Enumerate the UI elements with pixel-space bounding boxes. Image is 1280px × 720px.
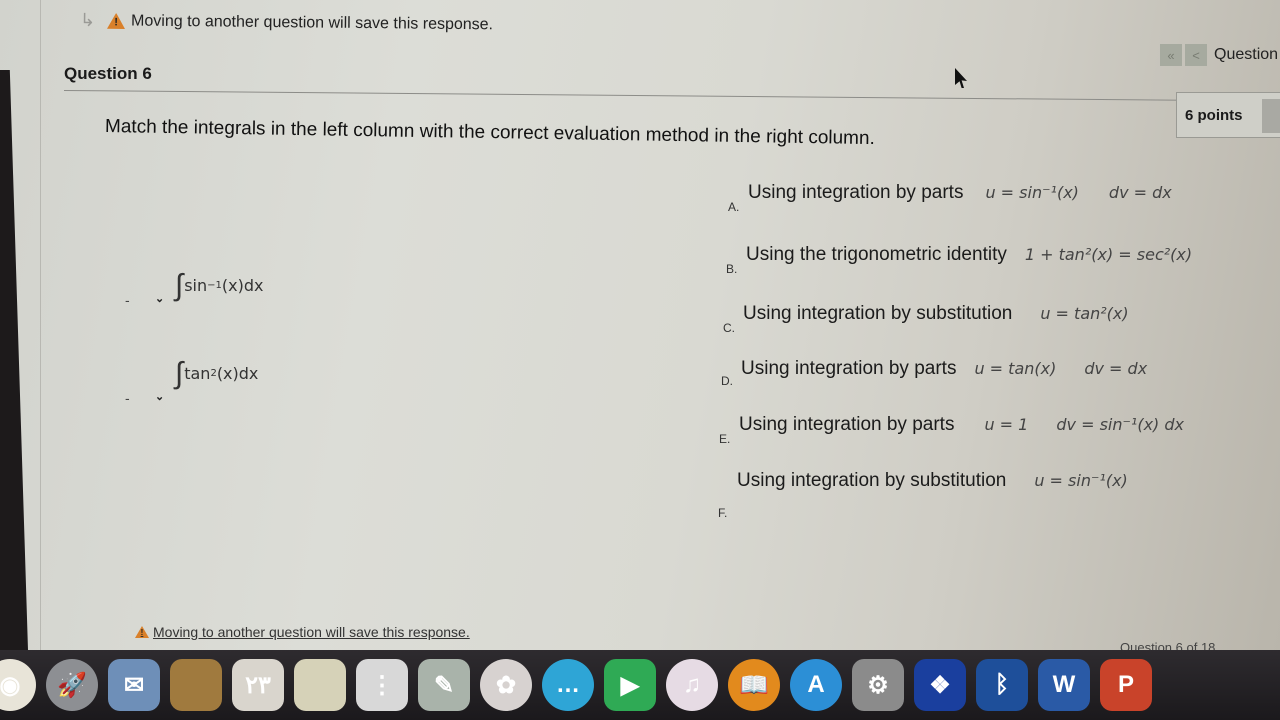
option-letter: A. (728, 200, 740, 214)
option-math-2: dv = dx (1084, 359, 1148, 378)
option-math: u = sin⁻¹(x) (985, 183, 1079, 202)
dock-reminders-icon[interactable]: ⋮ (356, 659, 408, 711)
option-letter: E. (719, 432, 731, 446)
save-warning-text: Moving to another question will save thi… (131, 12, 494, 33)
dock-app-store-icon[interactable]: A (790, 659, 842, 711)
option-a: A. Using integration by parts u = sin⁻¹(… (728, 182, 1172, 214)
question-title: Question 6 (64, 64, 152, 83)
dock-facetime-icon[interactable]: ▶ (604, 659, 656, 711)
integral-sign-icon: ∫ (175, 355, 184, 391)
option-letter: F. (718, 506, 728, 520)
first-question-button[interactable]: « (1160, 44, 1182, 66)
dock-notes-icon[interactable] (294, 659, 346, 711)
match-item-1: - ⌄ ∫ sin −1 (x)dx (125, 262, 264, 309)
mouse-cursor-icon (955, 68, 967, 88)
chevron-down-icon[interactable]: ⌄ (155, 390, 175, 403)
option-letter: C. (723, 321, 735, 335)
points-label: 6 points (1185, 106, 1243, 124)
content-frame-line (40, 0, 41, 650)
dock-mail-stamp-icon[interactable]: ✉ (108, 659, 160, 711)
title-divider (63, 90, 1184, 101)
option-letter: D. (721, 374, 733, 388)
integral-expression-1: ∫ sin −1 (x)dx (175, 267, 264, 303)
question-counter: Question 6 of 18 (1120, 640, 1216, 650)
save-warning: ↳ ! Moving to another question will save… (80, 10, 493, 35)
dock-folder-icon[interactable] (170, 659, 222, 711)
question-prompt: Match the integrals in the left column w… (104, 116, 875, 150)
option-b: B. Using the trigonometric identity 1 + … (726, 244, 1193, 276)
dock-preview-icon[interactable]: ✎ (418, 659, 470, 711)
dock-launchpad-icon[interactable]: 🚀 (46, 659, 98, 711)
question-navigation: « < Question (1160, 44, 1278, 66)
option-math: 1 + tan²(x) = sec²(x) (1024, 245, 1193, 264)
match-select-1-value[interactable]: - (125, 292, 155, 308)
warning-icon: ! (135, 626, 149, 638)
option-text: Using the trigonometric identity (746, 244, 1007, 265)
integral-expression-2: ∫ tan 2 (x)dx (175, 355, 259, 391)
dock-bluetooth-icon[interactable]: ᛒ (976, 659, 1028, 711)
footer-save-warning: ! Moving to another question will save t… (135, 624, 470, 640)
dock-messages-icon[interactable]: … (542, 659, 594, 711)
return-arrow-icon: ↳ (79, 10, 96, 31)
option-math-2: dv = dx (1108, 183, 1172, 202)
option-letter: B. (726, 262, 738, 276)
dock-ibooks-icon[interactable]: 📖 (728, 659, 780, 711)
points-side-tab (1262, 99, 1280, 133)
macos-dock: ◉ 🚀 ✉ ٢٣ ⋮ ✎ ✿… ▶ ♫ 📖 A ⚙ ❖ ᛒ W P (0, 650, 1280, 720)
dock-photos-icon[interactable]: ✿ (480, 659, 532, 711)
option-text: Using integration by parts (748, 182, 964, 203)
integral-sign-icon: ∫ (175, 267, 184, 303)
option-math: u = sin⁻¹(x) (1034, 471, 1128, 490)
option-text: Using integration by parts (741, 358, 957, 379)
question-nav-label: Question (1214, 46, 1279, 63)
option-text: Using integration by substitution (737, 470, 1007, 491)
dock-calendar-icon[interactable]: ٢٣ (232, 659, 284, 711)
browser-screen: ↳ ! Moving to another question will save… (0, 0, 1280, 650)
dock-dropbox-icon[interactable]: ❖ (914, 659, 966, 711)
match-select-2-value[interactable]: - (125, 390, 155, 406)
option-math: u = tan(x) (974, 359, 1057, 378)
dock-word-icon[interactable]: W (1038, 659, 1090, 711)
dock-itunes-icon[interactable]: ♫ (666, 659, 718, 711)
match-item-2: - ⌄ ∫ tan 2 (x)dx (125, 340, 259, 407)
option-math: u = tan²(x) (1040, 304, 1129, 323)
option-text: Using integration by parts (739, 414, 955, 435)
warning-icon: ! (107, 13, 125, 29)
option-f: F. Using integration by substitution u =… (718, 470, 1128, 520)
screen-bezel (0, 70, 28, 650)
option-c: C. Using integration by substitution u =… (723, 303, 1129, 335)
points-badge: 6 points (1176, 92, 1280, 138)
option-d: D. Using integration by parts u = tan(x)… (721, 358, 1148, 388)
dock-chrome-icon[interactable]: ◉ (0, 659, 36, 711)
option-text: Using integration by substitution (743, 303, 1013, 324)
dock-powerpoint-icon[interactable]: P (1100, 659, 1152, 711)
option-math-2: dv = sin⁻¹(x) dx (1056, 415, 1185, 434)
chevron-down-icon[interactable]: ⌄ (155, 292, 175, 305)
footer-save-warning-text: Moving to another question will save thi… (153, 624, 470, 640)
previous-question-button[interactable]: < (1185, 44, 1207, 66)
option-math: u = 1 (984, 415, 1029, 434)
dock-system-preferences-icon[interactable]: ⚙ (852, 659, 904, 711)
option-e: E. Using integration by parts u = 1 dv =… (719, 414, 1185, 446)
